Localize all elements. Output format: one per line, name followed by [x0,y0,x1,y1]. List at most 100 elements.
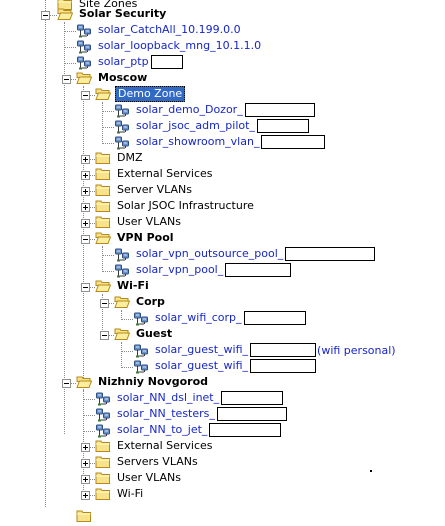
tree-node[interactable]: solar_NN_testers_ [95,406,287,422]
folder-icon [95,455,111,469]
tree-node-label: DMZ [117,151,143,164]
tree-node[interactable]: Solar Security [57,6,168,22]
tree-node-label: solar_NN_testers_ [117,407,215,420]
tree-node[interactable]: solar_NN_dsl_inet_ [95,390,284,406]
redacted-value-box [221,391,284,405]
tree-node-label: External Services [117,439,213,452]
tree-expander-icon[interactable] [62,75,71,84]
folder-icon [95,471,111,485]
redacted-value-box [216,407,287,421]
tree-node-label: solar_jsoc_adm_pilot_ [136,119,255,132]
tree-expander-icon[interactable] [81,491,90,500]
redacted-value-box [256,119,309,133]
redacted-value-box [250,359,317,373]
tree-expander-icon[interactable] [81,475,90,484]
tree-expander-icon[interactable] [81,171,90,180]
tree-node-label: Wi-Fi [117,487,144,500]
server-network-icon [133,311,149,326]
tree-node-label: solar_guest_wifi_ [155,343,249,356]
tree-node-label: Guest [136,327,173,340]
tree-connector-horizontal [83,399,95,400]
tree-node-note: (wifi personal) [317,343,396,357]
tree-node[interactable]: User VLANs [95,214,183,230]
tree-connector-horizontal [121,319,133,320]
tree-expander-icon[interactable] [81,91,90,100]
redacted-value-box [209,423,282,437]
tree-expander-icon[interactable] [81,219,90,228]
tree-connector-horizontal [102,127,114,128]
tree-node[interactable]: Nizhniy Novgorod [76,374,210,390]
tree-expander-icon[interactable] [81,459,90,468]
tree-expander-icon[interactable] [62,379,71,388]
server-network-icon [114,103,130,118]
tree-expander-icon[interactable] [81,187,90,196]
server-network-icon [114,119,130,134]
folder-icon [95,199,111,213]
tree-node[interactable]: Corp [114,294,167,310]
tree-node[interactable]: Moscow [76,70,149,86]
tree-connector-horizontal [64,47,76,48]
tree-node[interactable]: Wi-Fi [95,278,151,294]
tree-node[interactable]: solar_wifi_corp_ [133,310,306,326]
stray-dot [370,470,372,472]
tree-node[interactable]: Solar JSOC Infrastructure [95,198,256,214]
tree-connector-vertical [102,246,103,270]
folder-icon [95,439,111,453]
open-folder-icon [76,71,93,85]
folder-icon [95,151,111,165]
tree-node[interactable]: solar_ptp [76,54,183,70]
tree-expander-icon[interactable] [100,331,109,340]
open-folder-icon [95,279,112,293]
tree-expander-icon[interactable] [81,155,90,164]
server-network-icon [95,423,111,438]
tree-connector-horizontal [121,367,133,368]
tree-node[interactable]: External Services [95,166,215,182]
redacted-value-box [244,103,315,117]
tree-node-label: Server VLANs [117,183,192,196]
open-folder-icon [114,327,131,341]
tree-node[interactable]: Servers VLANs [95,454,200,470]
tree-node[interactable]: solar_jsoc_adm_pilot_ [114,118,309,134]
tree-node[interactable]: Wi-Fi [95,486,145,502]
tree-connector-horizontal [102,111,114,112]
tree-node[interactable]: Guest [114,326,174,342]
tree-node-label: solar_loopback_mng_10.1.1.0 [98,39,262,52]
tree-expander-icon[interactable] [81,443,90,452]
redacted-value-box [250,343,317,357]
tree-expander-icon[interactable] [81,235,90,244]
tree-node[interactable]: solar_CatchAll_10.199.0.0 [76,22,243,38]
tree-expander-icon[interactable] [100,299,109,308]
tree-node[interactable]: Demo Zone [95,86,186,102]
tree-node[interactable]: External Services [95,438,215,454]
tree-node[interactable]: solar_NN_to_jet_ [95,422,282,438]
tree-connector-vertical [121,310,122,318]
tree-node-label: Nizhniy Novgorod [98,375,209,388]
tree-connector-vertical [102,102,103,144]
folder-icon [95,183,111,197]
tree-node-label: solar_NN_to_jet_ [117,423,208,436]
tree-node-label: Solar JSOC Infrastructure [117,199,254,212]
tree-node[interactable]: User VLANs [95,470,183,486]
tree-node-label: solar_ptp [98,55,149,68]
tree-node-label: Moscow [98,71,148,84]
tree-node[interactable]: solar_guest_wifi_ (wifi personal) [133,342,396,358]
tree-node[interactable]: solar_demo_Dozor_ [114,102,315,118]
redacted-value-box [285,247,376,261]
tree-node[interactable]: solar_vpn_outsource_pool_ [114,246,376,262]
tree-node[interactable]: DMZ [95,150,145,166]
server-network-icon [114,263,130,278]
tree-expander-icon[interactable] [81,283,90,292]
tree-connector-horizontal [83,431,95,432]
tree-node[interactable]: Server VLANs [95,182,194,198]
server-network-icon [95,391,111,406]
tree-node[interactable]: solar_loopback_mng_10.1.1.0 [76,38,263,54]
tree-node[interactable]: solar_guest_wifi_ [133,358,317,374]
tree-node[interactable]: VPN Pool [95,230,176,246]
tree-node[interactable]: solar_vpn_pool_ [114,262,292,278]
tree-expander-icon[interactable] [41,11,50,20]
redacted-value-box [150,55,183,69]
tree-expander-icon[interactable] [81,203,90,212]
tree-connector-horizontal [121,351,133,352]
tree-node-label: Wi-Fi [117,279,149,292]
tree-node[interactable]: solar_showroom_vlan_ [114,134,326,150]
